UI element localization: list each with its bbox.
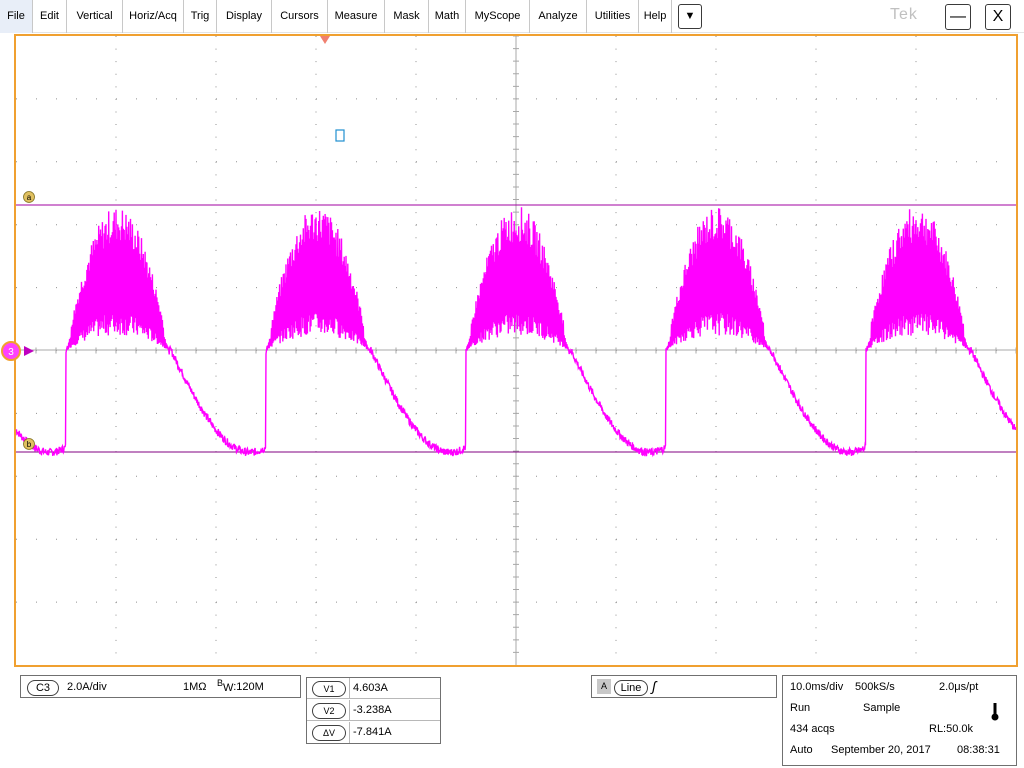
cursor-a-marker[interactable]: a — [23, 191, 35, 203]
menu-math[interactable]: Math — [429, 0, 466, 33]
menu-measure[interactable]: Measure — [328, 0, 385, 33]
trigger-type: Line — [614, 680, 648, 696]
bandwidth-value: :120M — [233, 681, 264, 693]
trigger-source: A — [597, 679, 611, 694]
menu-help[interactable]: Help — [639, 0, 672, 33]
cursor-row-label: ΔV — [312, 725, 346, 741]
menu-trig[interactable]: Trig — [184, 0, 217, 33]
menu-file[interactable]: File — [0, 0, 33, 33]
menu-bar: File Edit Vertical Horiz/Acq Trig Display Curs… — [0, 0, 1024, 33]
input-coupling: 1MΩ — [183, 681, 207, 693]
sample-rate: 500kS/s — [855, 681, 895, 693]
trigger-mode: Auto — [790, 744, 813, 756]
timebase: 10.0ms/div — [790, 681, 844, 693]
menu-mask[interactable]: Mask — [385, 0, 429, 33]
cursor-row-3: ΔV -7.841A — [307, 722, 440, 743]
menu-horiz-acq[interactable]: Horiz/Acq — [123, 0, 184, 33]
channel-badge: C3 — [27, 680, 59, 696]
cursor-row-divider — [349, 678, 350, 699]
waveform-display[interactable]: a b — [14, 34, 1018, 667]
acquisition-count: 434 acqs — [790, 723, 835, 735]
time-per-point: 2.0μs/pt — [939, 681, 979, 693]
waveform-canvas[interactable]: a b — [16, 36, 1016, 665]
acquisition-panel[interactable]: 10.0ms/div 500kS/s 2.0μs/pt Run Sample 4… — [782, 675, 1017, 766]
cursor-row-value: 4.603A — [353, 682, 388, 694]
minimize-button[interactable]: — — [945, 4, 971, 30]
menu-display[interactable]: Display — [217, 0, 272, 33]
trigger-info[interactable]: A Line ʃ — [591, 675, 777, 698]
minimize-icon: — — [950, 8, 966, 25]
cursor-row-value: -7.841A — [353, 726, 392, 738]
cursor-a-label: a — [27, 193, 32, 202]
cursor-row-2: V2 -3.238A — [307, 700, 440, 721]
record-length: RL:50.0k — [929, 723, 974, 735]
vertical-scale: 2.0A/div — [67, 681, 107, 693]
rising-edge-icon: ʃ — [652, 678, 657, 694]
cursor-row-label: V1 — [312, 681, 346, 697]
cursor-b-marker[interactable]: b — [23, 438, 35, 450]
acquisition-mode: Sample — [863, 702, 901, 714]
cursor-row-value: -3.238A — [353, 704, 392, 716]
brand-logo: Tek — [890, 6, 918, 23]
cursor-row-divider — [349, 700, 350, 721]
cursor-row-divider — [349, 722, 350, 743]
channel-3-level-marker[interactable]: 3 — [0, 340, 40, 362]
cursor-row-1: V1 4.603A — [307, 678, 440, 699]
channel-3-marker-label: 3 — [8, 347, 14, 358]
close-button[interactable]: X — [985, 4, 1011, 30]
cursor-readout-panel[interactable]: V1 4.603A V2 -3.238A ΔV -7.841A — [306, 677, 441, 744]
zoom-box-icon[interactable] — [335, 129, 345, 142]
channel-3-info[interactable]: C3 2.0A/div 1MΩ BW:120M — [20, 675, 301, 698]
menu-utilities[interactable]: Utilities — [587, 0, 639, 33]
bandwidth-sub: W — [223, 682, 234, 694]
cursor-b-label: b — [27, 440, 32, 449]
cursor-row-label: V2 — [312, 703, 346, 719]
menu-vertical[interactable]: Vertical — [67, 0, 123, 33]
run-state: Run — [790, 702, 811, 714]
acquisition-date: September 20, 2017 — [831, 744, 931, 756]
menu-edit[interactable]: Edit — [33, 0, 67, 33]
menu-overflow-button[interactable]: ▼ — [678, 4, 702, 29]
bandwidth-limit: BW:120M — [217, 678, 264, 694]
close-icon: X — [992, 8, 1004, 25]
thermometer-icon — [991, 703, 999, 721]
menu-myscope[interactable]: MyScope — [466, 0, 530, 33]
chevron-down-icon: ▼ — [684, 10, 696, 22]
trigger-position-marker[interactable] — [320, 36, 330, 44]
menu-cursors[interactable]: Cursors — [272, 0, 328, 33]
menu-analyze[interactable]: Analyze — [530, 0, 587, 33]
acquisition-time: 08:38:31 — [957, 744, 1000, 756]
